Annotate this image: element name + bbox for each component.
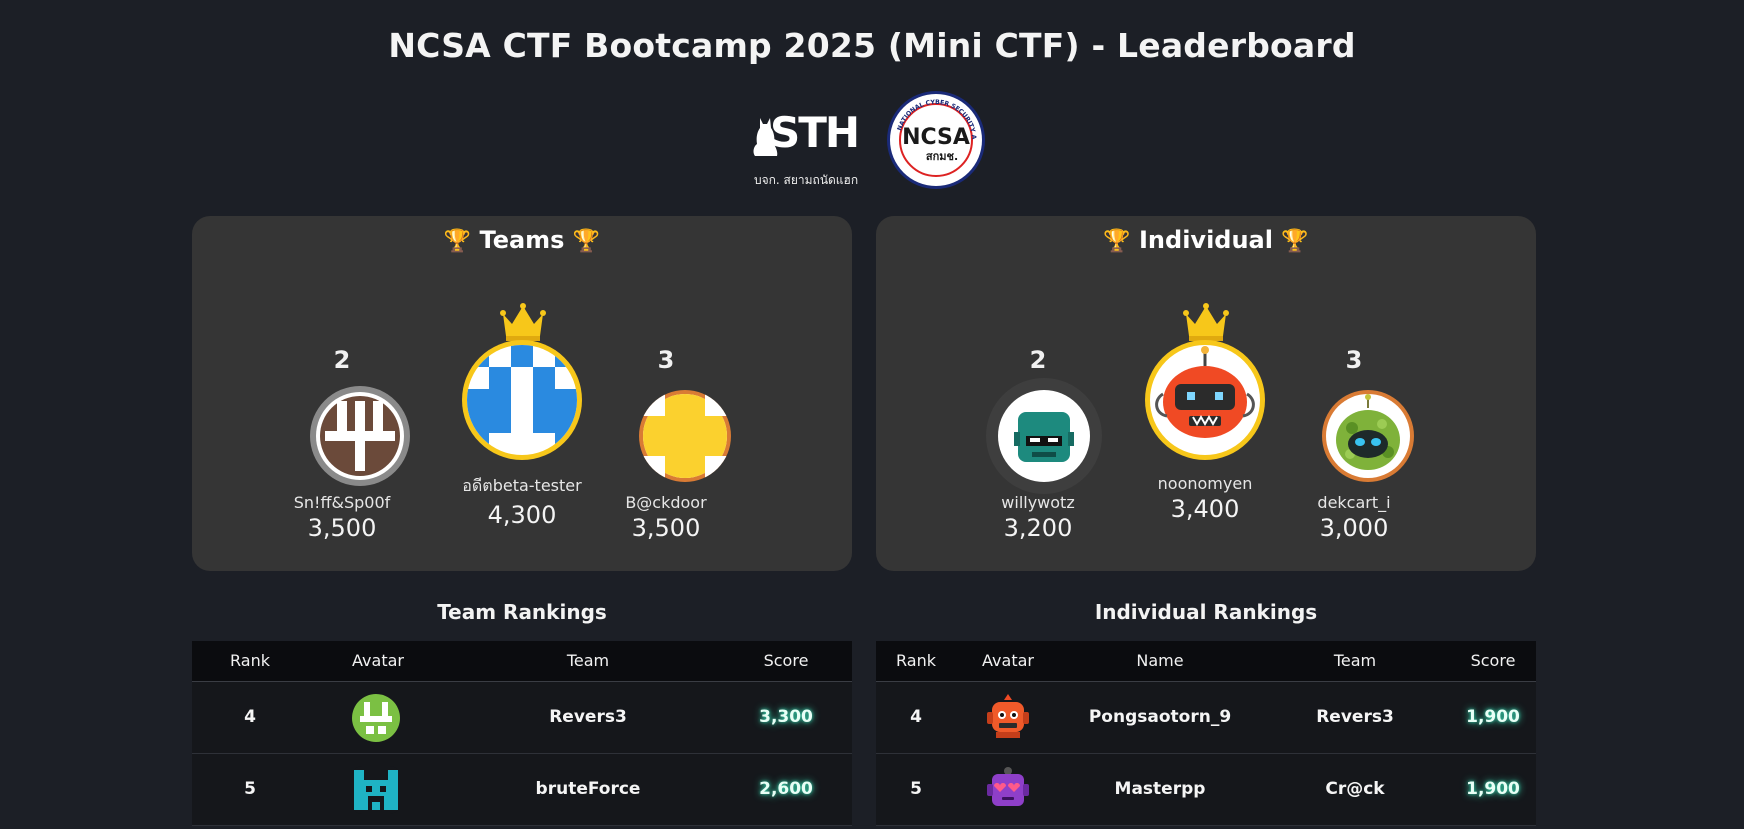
podium-first-individual[interactable]: noonomyen 3,400	[1105, 474, 1305, 523]
podium-score: 4,300	[487, 501, 557, 529]
podium-rank: 2	[1029, 346, 1047, 374]
individual-rankings-table: Rank Avatar Name Team Score 4 Pongsaotor…	[876, 641, 1536, 826]
crown-icon	[500, 303, 546, 341]
sponsor-logos: STH บจก. สยามถนัดแฮก NATIONAL CYBER SECU…	[0, 85, 1744, 192]
podium-rank: 3	[1345, 346, 1363, 374]
column-header-avatar[interactable]: Avatar	[956, 651, 1060, 670]
podium-rank: 2	[333, 346, 351, 374]
individual-rankings-title: Individual Rankings	[1094, 600, 1318, 624]
team-name-cell: Revers3	[1316, 707, 1394, 727]
column-header-team[interactable]: Team	[448, 651, 728, 670]
team-avatar-first	[462, 340, 582, 460]
sth-logo: STH บจก. สยามถนัดแฮก	[750, 108, 862, 187]
rank-cell: 5	[910, 779, 922, 799]
table-row[interactable]: 5 bruteForce 2,600	[192, 754, 852, 826]
column-header-team[interactable]: Team	[1260, 651, 1450, 670]
podium-score: 3,200	[1003, 514, 1073, 542]
individual-avatar-third	[1322, 390, 1414, 482]
column-header-avatar[interactable]: Avatar	[308, 651, 448, 670]
column-header-score[interactable]: Score	[728, 651, 844, 670]
individual-avatar-second	[986, 378, 1102, 494]
trophy-icon: 🏆	[1281, 229, 1309, 254]
table-header: Rank Avatar Team Score	[192, 641, 852, 682]
score-cell: 3,300	[759, 707, 813, 727]
individual-avatar	[984, 766, 1032, 814]
team-avatar-second	[310, 386, 410, 486]
player-name-cell: Masterpp	[1114, 779, 1206, 799]
podium-rank: 3	[657, 346, 675, 374]
podium-third-team[interactable]: 3	[596, 346, 736, 374]
podium-name: dekcart_i	[1317, 493, 1391, 512]
table-row[interactable]: 4 Pongsaotorn_9 Revers3 1,900	[876, 682, 1536, 754]
rank-cell: 4	[244, 707, 256, 727]
table-row[interactable]: 5 Masterpp Cr@ck 1,900	[876, 754, 1536, 826]
column-header-rank[interactable]: Rank	[876, 651, 956, 670]
page-title: NCSA CTF Bootcamp 2025 (Mini CTF) - Lead…	[388, 26, 1356, 65]
podium-third-individual[interactable]: 3	[1284, 346, 1424, 374]
podium-name: Sn!ff&Sp00f	[293, 493, 391, 512]
podium-name: noonomyen	[1157, 474, 1253, 493]
column-header-score[interactable]: Score	[1450, 651, 1536, 670]
trophy-icon: 🏆	[443, 229, 472, 254]
player-name-cell: Pongsaotorn_9	[1088, 707, 1232, 727]
podium-score: 3,500	[631, 514, 701, 542]
teams-podium-title: 🏆 Teams 🏆	[443, 226, 601, 254]
podium-name: อดีตbeta-tester	[462, 476, 582, 495]
podium-name: willywotz	[1001, 493, 1075, 512]
score-cell: 1,900	[1466, 707, 1520, 727]
team-name-cell: bruteForce	[535, 779, 641, 799]
podium-score: 3,500	[307, 514, 377, 542]
podium-second-team[interactable]: 2	[272, 346, 412, 374]
rank-cell: 5	[244, 779, 256, 799]
table-header: Rank Avatar Name Team Score	[876, 641, 1536, 682]
team-name-cell: Revers3	[549, 707, 627, 727]
score-cell: 1,900	[1466, 779, 1520, 799]
sth-logo-text: STH	[770, 108, 860, 157]
podium-score: 3,400	[1170, 495, 1240, 523]
team-avatar	[352, 766, 400, 814]
ncsa-logo: NATIONAL CYBER SECURITY AGENCY NCSA สกมช…	[883, 85, 986, 190]
crown-icon	[1183, 303, 1229, 341]
trophy-icon: 🏆	[572, 229, 601, 254]
individual-avatar	[984, 694, 1032, 742]
rank-cell: 4	[910, 707, 922, 727]
podium-score: 3,000	[1319, 514, 1389, 542]
ncsa-logo-text: NCSA	[902, 125, 970, 150]
column-header-rank[interactable]: Rank	[192, 651, 308, 670]
team-name-cell: Cr@ck	[1325, 779, 1385, 799]
podium-name: B@ckdoor	[625, 493, 707, 512]
column-header-name[interactable]: Name	[1060, 651, 1260, 670]
individual-avatar-first	[1145, 340, 1265, 460]
podium-second-individual[interactable]: 2	[968, 346, 1108, 374]
team-rankings-table: Rank Avatar Team Score 4 Revers3 3,300 5…	[192, 641, 852, 826]
team-rankings-title: Team Rankings	[437, 600, 607, 624]
individual-podium-panel: 🏆 Individual 🏆 2 willywotz 3,200 noonomy…	[876, 216, 1536, 571]
team-avatar-third	[639, 390, 731, 482]
table-row[interactable]: 4 Revers3 3,300	[192, 682, 852, 754]
sth-logo-subtitle: บจก. สยามถนัดแฮก	[754, 173, 859, 187]
teams-podium-panel: 🏆 Teams 🏆 2 Sn!ff&Sp00f 3,500 อดีตbeta-t…	[192, 216, 852, 571]
leaderboard-page: NCSA CTF Bootcamp 2025 (Mini CTF) - Lead…	[0, 0, 1744, 829]
ncsa-thai-text: สกมช.	[926, 150, 958, 163]
team-avatar	[352, 694, 400, 742]
podium-first-team[interactable]: อดีตbeta-tester 4,300	[422, 474, 622, 529]
trophy-icon: 🏆	[1103, 229, 1131, 254]
score-cell: 2,600	[759, 779, 813, 799]
individual-podium-title: 🏆 Individual 🏆	[1103, 226, 1309, 254]
